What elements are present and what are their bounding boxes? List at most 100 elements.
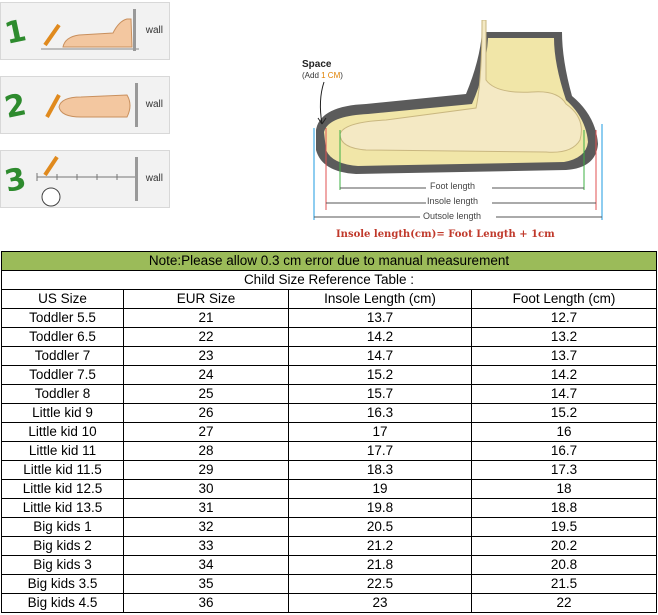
- table-cell: 23: [288, 593, 472, 613]
- table-cell: Little kid 13.5: [1, 498, 124, 518]
- table-cell: 29: [123, 460, 289, 480]
- ruler-icon: [36, 155, 138, 207]
- table-cell: 20.8: [471, 555, 657, 575]
- table-row: Toddler 6.5 22 14.2 13.2: [1, 327, 657, 347]
- table-cell: Little kid 11: [1, 441, 124, 461]
- table-row: Little kid 13.5 31 19.8 18.8: [1, 498, 657, 518]
- column-header: US Size: [1, 289, 124, 309]
- table-title: Child Size Reference Table :: [1, 270, 657, 290]
- table-cell: 15.2: [288, 365, 472, 385]
- table-cell: 34: [123, 555, 289, 575]
- table-cell: 15.2: [471, 403, 657, 423]
- table-cell: 28: [123, 441, 289, 461]
- foot-length-label: Foot length: [430, 181, 476, 191]
- table-cell: 22: [123, 327, 289, 347]
- table-cell: 14.7: [288, 346, 472, 366]
- table-row: Big kids 3.5 35 22.5 21.5: [1, 574, 657, 594]
- table-cell: Little kid 12.5: [1, 479, 124, 499]
- table-row: Little kid 9 26 16.3 15.2: [1, 403, 657, 423]
- measurement-note: Note:Please allow 0.3 cm error due to ma…: [1, 251, 657, 271]
- table-cell: 18.8: [471, 498, 657, 518]
- foot-side-icon: [41, 9, 139, 51]
- table-cell: Big kids 4.5: [1, 593, 124, 613]
- table-cell: Little kid 10: [1, 422, 124, 442]
- table-cell: Toddler 7.5: [1, 365, 124, 385]
- table-cell: 15.7: [288, 384, 472, 404]
- table-cell: 12.7: [471, 308, 657, 328]
- table-cell: 21.2: [288, 536, 472, 556]
- table-cell: 19: [288, 479, 472, 499]
- title-row: Child Size Reference Table :: [1, 270, 657, 290]
- table-cell: Little kid 11.5: [1, 460, 124, 480]
- table-cell: 13.7: [471, 346, 657, 366]
- column-header: EUR Size: [123, 289, 289, 309]
- table-row: Big kids 4.5 36 23 22: [1, 593, 657, 613]
- table-row: Big kids 2 33 21.2 20.2: [1, 536, 657, 556]
- table-row: Toddler 5.5 21 13.7 12.7: [1, 308, 657, 328]
- table-cell: 17.7: [288, 441, 472, 461]
- table-cell: Big kids 1: [1, 517, 124, 537]
- table-cell: 16.3: [288, 403, 472, 423]
- table-cell: 25: [123, 384, 289, 404]
- table-cell: 20.2: [471, 536, 657, 556]
- table-cell: 18: [471, 479, 657, 499]
- table-cell: 16.7: [471, 441, 657, 461]
- step-1-panel: 1 wall: [0, 2, 170, 60]
- table-row: Little kid 11 28 17.7 16.7: [1, 441, 657, 461]
- table-row: Little kid 10 27 17 16: [1, 422, 657, 442]
- table-cell: 26: [123, 403, 289, 423]
- table-cell: 30: [123, 479, 289, 499]
- measurement-illustration: 1 wall 2 wall 3 wall Space (Add 1 CM) Fo…: [0, 0, 658, 250]
- space-subtitle: (Add 1 CM): [302, 71, 343, 80]
- table-cell: 17: [288, 422, 472, 442]
- column-header: Insole Length (cm): [288, 289, 472, 309]
- foot-top-icon: [45, 83, 138, 127]
- table-cell: 32: [123, 517, 289, 537]
- space-note: Space (Add 1 CM): [302, 59, 343, 81]
- table-cell: Big kids 3: [1, 555, 124, 575]
- table-row: Toddler 8 25 15.7 14.7: [1, 384, 657, 404]
- table-row: Big kids 1 32 20.5 19.5: [1, 517, 657, 537]
- table-cell: 21.5: [471, 574, 657, 594]
- table-cell: 13.7: [288, 308, 472, 328]
- table-cell: 21: [123, 308, 289, 328]
- table-cell: 33: [123, 536, 289, 556]
- table-cell: 36: [123, 593, 289, 613]
- table-cell: 22.5: [288, 574, 472, 594]
- space-title: Space: [302, 59, 332, 70]
- table-cell: Big kids 2: [1, 536, 124, 556]
- table-row: Toddler 7 23 14.7 13.7: [1, 346, 657, 366]
- table-cell: Toddler 6.5: [1, 327, 124, 347]
- table-cell: Toddler 8: [1, 384, 124, 404]
- table-cell: 14.7: [471, 384, 657, 404]
- table-row: Big kids 3 34 21.8 20.8: [1, 555, 657, 575]
- wall-label: wall: [145, 99, 163, 110]
- table-cell: 16: [471, 422, 657, 442]
- table-cell: 13.2: [471, 327, 657, 347]
- table-cell: 14.2: [471, 365, 657, 385]
- table-cell: 14.2: [288, 327, 472, 347]
- table-cell: 19.8: [288, 498, 472, 518]
- insole-formula: Insole length(cm)= Foot Length + 1cm: [336, 229, 555, 240]
- size-table: Note:Please allow 0.3 cm error due to ma…: [1, 251, 657, 613]
- table-cell: 31: [123, 498, 289, 518]
- column-header: Foot Length (cm): [471, 289, 657, 309]
- table-cell: Big kids 3.5: [1, 574, 124, 594]
- step-2-panel: 2 wall: [0, 76, 170, 134]
- table-cell: 20.5: [288, 517, 472, 537]
- table-cell: 23: [123, 346, 289, 366]
- wall-label: wall: [145, 25, 163, 36]
- step-3-panel: 3 wall: [0, 150, 170, 208]
- table-cell: 27: [123, 422, 289, 442]
- table-cell: 21.8: [288, 555, 472, 575]
- insole-length-label: Insole length: [427, 196, 479, 206]
- table-cell: 19.5: [471, 517, 657, 537]
- note-row: Note:Please allow 0.3 cm error due to ma…: [1, 251, 657, 271]
- table-cell: 17.3: [471, 460, 657, 480]
- table-cell: 22: [471, 593, 657, 613]
- table-row: Little kid 11.5 29 18.3 17.3: [1, 460, 657, 480]
- table-cell: Toddler 7: [1, 346, 124, 366]
- table-row: Little kid 12.5 30 19 18: [1, 479, 657, 499]
- table-row: Toddler 7.5 24 15.2 14.2: [1, 365, 657, 385]
- table-cell: 24: [123, 365, 289, 385]
